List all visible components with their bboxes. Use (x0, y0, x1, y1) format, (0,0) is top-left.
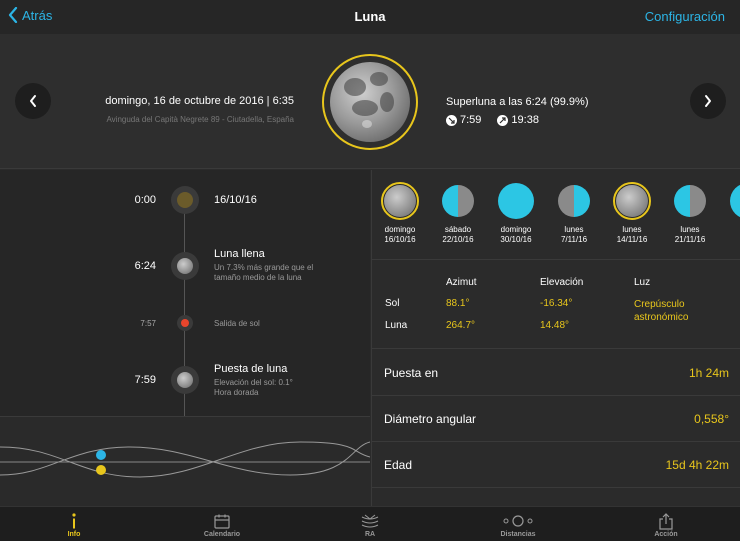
detail-value: 15d 4h 22m (665, 458, 729, 472)
timeline-title: Luna llena (214, 248, 265, 260)
timeline-title: Puesta de luna (214, 363, 288, 375)
sun-moon-path-graph[interactable] (0, 416, 371, 506)
moon-age-row: Edad 15d 4h 22m (372, 442, 740, 488)
tab-ar[interactable]: RA (296, 507, 444, 541)
tab-label: Distancias (500, 531, 536, 538)
tab-bar: Info Calendario RA Distancias Acción (0, 506, 740, 541)
phase-date: 30/10/16 (500, 235, 532, 244)
timeline-subtitle: Un 7.3% más grande que el tamaño medio d… (214, 263, 314, 282)
elevation-header: Elevación (540, 277, 584, 288)
phase-date: 14/11/16 (616, 235, 648, 244)
chevron-left-icon (8, 7, 18, 23)
tab-action[interactable]: Acción (592, 507, 740, 541)
detail-key: Diámetro angular (384, 412, 477, 426)
timeline-subtitle: Elevación del sol: 0.1° (214, 378, 293, 387)
phase-date: 21/11/16 (674, 235, 706, 244)
timeline-subtitle: Salida de sol (214, 319, 260, 328)
phase-item[interactable]: domingo 16/10/16 (372, 182, 430, 245)
phase-day: lunes (622, 225, 642, 234)
chevron-left-icon (30, 95, 36, 107)
timeline-subtitle: Hora dorada (214, 388, 259, 397)
phase-date: 22/10/16 (442, 235, 474, 244)
moonset-time: 7:59 (460, 114, 482, 126)
navigation-bar: Atrás Luna Configuración (0, 0, 740, 34)
moon-row-label: Luna (385, 320, 408, 331)
phase-item[interactable]: sábado 22/10/16 (428, 182, 488, 245)
detail-key: Puesta en (384, 366, 439, 380)
distance-icon (503, 511, 533, 531)
tab-calendar[interactable]: Calendario (148, 507, 296, 541)
phase-item[interactable]: lunes 14/11/16 (602, 182, 662, 245)
selected-date[interactable]: domingo, 16 de octubre de 2016 | 6:35 (105, 95, 294, 107)
details-panel: domingo 16/10/16 sábado 22/10/16 domingo 30… (371, 170, 740, 506)
phase-date: 16/10/16 (384, 235, 416, 244)
moon-elevation: 14.48° (540, 320, 570, 331)
detail-value: 1h 24m (688, 366, 729, 380)
ar-icon (361, 511, 379, 531)
moonrise-icon (497, 114, 509, 126)
sunrise-node (177, 315, 193, 331)
moonrise-time: 19:38 (511, 114, 539, 126)
phase-item[interactable]: domingo 30/10/16 (486, 182, 546, 245)
phase-item[interactable]: ma29 (718, 182, 740, 245)
moonset-node (171, 366, 199, 394)
phase-day: sábado (444, 225, 472, 234)
timeline-time: 6:24 (134, 260, 156, 272)
location-address[interactable]: Avinguda del Capità Negrete 89 - Ciutade… (106, 115, 294, 124)
timeline-title: 16/10/16 (214, 194, 257, 206)
tab-label: Calendario (203, 531, 241, 538)
light-condition: Crepúsculo astronómico (634, 299, 689, 323)
moonset-in-row: Puesta en 1h 24m (372, 350, 740, 396)
info-icon (70, 511, 78, 531)
detail-value: 0,558° (694, 412, 729, 426)
angular-diameter-row: Diámetro angular 0,558° (372, 396, 740, 442)
sun-row-label: Sol (385, 298, 400, 309)
full-moon-node (171, 252, 199, 280)
settings-button[interactable]: Configuración (645, 9, 725, 24)
tab-distances[interactable]: Distancias (444, 507, 592, 541)
light-header: Luz (634, 277, 651, 288)
page-title: Luna (354, 9, 386, 24)
share-icon (659, 511, 673, 531)
sun-position-marker (96, 465, 106, 475)
moon-phase-image (322, 54, 418, 150)
timeline-time: 0:00 (134, 194, 156, 206)
phase-day: lunes (680, 225, 700, 234)
supermoon-info: Superluna a las 6:24 (99.9%) (446, 96, 589, 108)
moon-times: 7:59 19:38 (446, 114, 539, 126)
phase-day: domingo (384, 225, 416, 234)
moon-path (0, 441, 371, 476)
timeline-time: 7:57 (140, 319, 156, 328)
new-day-node (171, 186, 199, 214)
tab-label: RA (364, 531, 376, 538)
phase-calendar-strip[interactable]: domingo 16/10/16 sábado 22/10/16 domingo 30… (372, 170, 740, 260)
moon-position-marker (96, 450, 106, 460)
calendar-icon (214, 511, 230, 531)
tab-label: Acción (654, 531, 678, 538)
moonset-icon (446, 114, 457, 126)
next-day-button[interactable] (690, 83, 726, 119)
sun-path (0, 441, 371, 478)
phase-item[interactable]: lunes 21/11/16 (660, 182, 720, 245)
moon-header: domingo, 16 de octubre de 2016 | 6:35 Av… (0, 34, 740, 169)
phase-day: domingo (500, 225, 532, 234)
azimut-header: Azimut (446, 277, 477, 288)
timeline-time: 7:59 (134, 374, 156, 386)
chevron-right-icon (705, 95, 711, 107)
phase-date: 7/11/16 (560, 235, 588, 244)
tab-info[interactable]: Info (0, 507, 148, 541)
phase-item[interactable]: lunes 7/11/16 (544, 182, 604, 245)
back-button[interactable]: Atrás (8, 7, 52, 23)
tab-label: Info (67, 531, 81, 538)
position-table: Azimut Elevación Luz Sol 88.1° -16.34° L… (372, 261, 740, 349)
sun-elevation: -16.34° (540, 298, 573, 309)
previous-day-button[interactable] (15, 83, 51, 119)
back-label: Atrás (22, 7, 53, 23)
phase-day: lunes (564, 225, 584, 234)
moon-azimut: 264.7° (446, 320, 476, 331)
detail-key: Edad (384, 458, 413, 472)
events-timeline[interactable]: 0:00 16/10/16 6:24 Luna llena Un 7.3% má… (0, 170, 370, 418)
sun-azimut: 88.1° (446, 298, 470, 309)
